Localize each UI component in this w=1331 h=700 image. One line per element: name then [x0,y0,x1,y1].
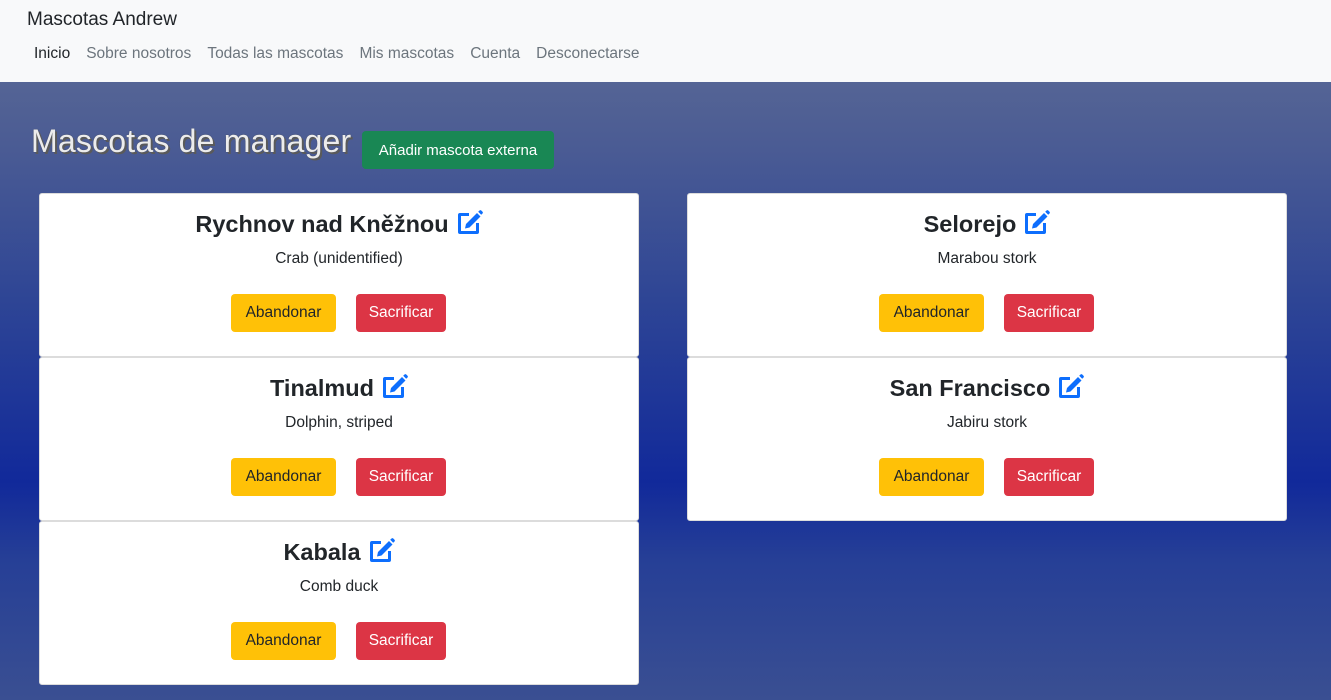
abandon-button[interactable]: Abandonar [231,294,336,332]
pet-card: Selorejo Marabou stork Abandonar Sacrifi… [687,193,1287,357]
pet-name: Kabala [283,539,361,565]
pet-card: San Francisco Jabiru stork Abandonar Sac… [687,357,1287,521]
sacrifice-button[interactable]: Sacrificar [1004,294,1094,332]
sacrifice-button[interactable]: Sacrificar [356,294,446,332]
abandon-button[interactable]: Abandonar [231,458,336,496]
pet-species: Crab (unidentified) [275,250,403,267]
nav-links: Inicio Sobre nosotros Todas las mascotas… [26,44,648,64]
pet-species: Dolphin, striped [285,414,393,431]
pet-species: Marabou stork [937,250,1037,267]
pet-name-row: San Francisco [688,373,1286,402]
pet-name: Rychnov nad Kněžnou [195,211,449,237]
pet-name: Tinalmud [269,375,375,401]
edit-icon[interactable] [1056,373,1085,399]
sacrifice-button[interactable]: Sacrificar [1004,458,1094,496]
pet-name-row: Tinalmud [40,373,638,402]
brand-title[interactable]: Mascotas Andrew [27,9,177,31]
pet-name-row: Selorejo [688,209,1286,238]
pet-name-row: Kabala [40,537,638,566]
abandon-button[interactable]: Abandonar [879,458,984,496]
abandon-button[interactable]: Abandonar [879,294,984,332]
nav-link-desconectarse[interactable]: Desconectarse [528,44,647,64]
edit-icon[interactable] [367,537,395,563]
pet-card: Rychnov nad Kněžnou Crab (unidentified) … [39,193,639,357]
page-title: Mascotas de manager [31,123,352,159]
add-external-pet-button[interactable]: Añadir mascota externa [362,131,554,169]
edit-icon[interactable] [455,209,483,235]
nav-link-sobre-nosotros[interactable]: Sobre nosotros [78,44,199,64]
sacrifice-button[interactable]: Sacrificar [356,622,446,660]
edit-icon[interactable] [380,373,408,399]
pet-species: Jabiru stork [946,414,1028,431]
pet-name: Selorejo [923,211,1017,237]
sacrifice-button[interactable]: Sacrificar [356,458,446,496]
pet-card: Tinalmud Dolphin, striped Abandonar Sacr… [39,357,639,521]
nav-link-inicio[interactable]: Inicio [26,44,78,64]
pet-name: San Francisco [889,375,1051,401]
nav-link-mis-mascotas[interactable]: Mis mascotas [351,44,462,64]
nav-link-todas-las-mascotas[interactable]: Todas las mascotas [199,44,351,64]
pet-name-row: Rychnov nad Kněžnou [40,209,638,238]
navbar: Mascotas Andrew Inicio Sobre nosotros To… [0,0,1331,82]
pet-card: Kabala Comb duck Abandonar Sacrificar [39,521,639,685]
edit-icon[interactable] [1022,209,1051,235]
pet-species: Comb duck [299,578,379,595]
nav-link-cuenta[interactable]: Cuenta [462,44,528,64]
abandon-button[interactable]: Abandonar [231,622,336,660]
